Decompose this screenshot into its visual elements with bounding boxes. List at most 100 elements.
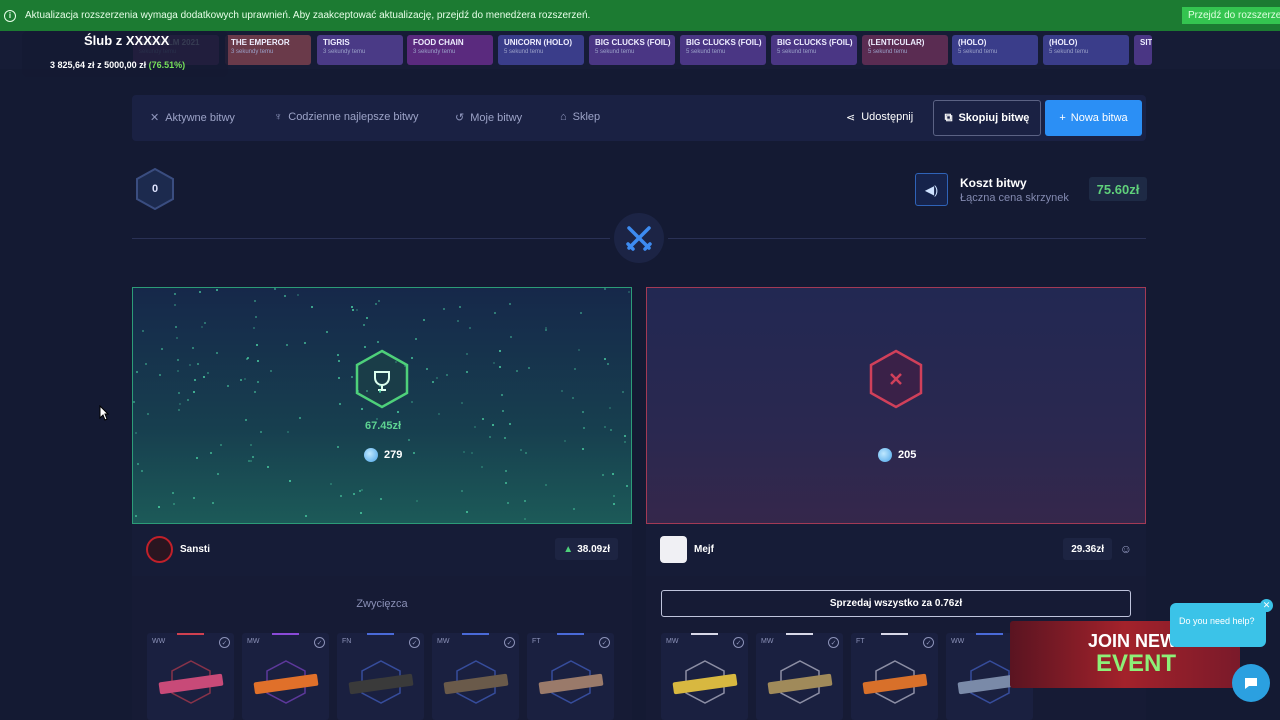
ticker-item[interactable]: BIG CLUCKS (FOIL) 5 sekund temu <box>771 35 857 65</box>
star-particle <box>249 443 252 446</box>
sound-toggle-button[interactable]: ◀) <box>915 173 948 206</box>
rarity-bar <box>367 633 394 635</box>
star-particle <box>209 452 212 455</box>
star-particle <box>147 412 150 415</box>
battle-swords-icon <box>614 213 664 263</box>
new-battle-button[interactable]: + Nowa bitwa <box>1045 100 1142 136</box>
star-particle <box>524 452 527 455</box>
ticker-item[interactable]: (LENTICULAR) 5 sekund temu <box>862 35 948 65</box>
star-particle <box>482 417 485 420</box>
wear-label: MW <box>761 638 774 645</box>
star-particle <box>217 472 220 475</box>
nav-my-battles[interactable]: ↺ Moje bitwy <box>455 111 522 125</box>
check-icon[interactable]: ✓ <box>733 637 744 648</box>
star-particle <box>176 358 179 361</box>
nav-active-battles[interactable]: ✕ Aktywne bitwy <box>150 111 235 125</box>
star-particle <box>545 483 548 486</box>
star-particle <box>192 391 195 394</box>
ticker-item[interactable]: UNICORN (HOLO) 5 sekund temu <box>498 35 584 65</box>
avatar[interactable] <box>660 536 687 563</box>
sell-all-button[interactable]: Sprzedaj wszystko za 0.76zł <box>661 590 1131 617</box>
check-icon[interactable]: ✓ <box>314 637 325 648</box>
check-icon[interactable]: ✓ <box>409 637 420 648</box>
star-particle <box>415 337 418 340</box>
skin-card[interactable]: MW ✓ <box>242 633 329 720</box>
ticker-item[interactable]: FOOD CHAIN 3 sekundy temu <box>407 35 493 65</box>
star-particle <box>304 341 307 344</box>
ticker-item[interactable]: BIG CLUCKS (FOIL) 5 sekund temu <box>680 35 766 65</box>
history-icon: ↺ <box>455 112 465 124</box>
skin-card[interactable]: FT ✓ <box>527 633 614 720</box>
star-particle <box>161 347 164 350</box>
check-icon[interactable]: ✓ <box>219 637 230 648</box>
skin-card[interactable]: MW ✓ <box>756 633 843 720</box>
player-name[interactable]: Sansti <box>180 544 210 555</box>
star-particle <box>561 390 564 393</box>
skin-card[interactable]: WW ✓ <box>147 633 234 720</box>
star-particle <box>311 305 314 308</box>
check-icon[interactable]: ✓ <box>599 637 610 648</box>
star-particle <box>200 326 203 329</box>
star-particle <box>505 481 508 484</box>
star-particle <box>603 426 606 429</box>
copy-battle-button[interactable]: ⧉ Skopiuj bitwę <box>933 100 1041 136</box>
skin-card[interactable]: FN ✓ <box>337 633 424 720</box>
check-icon[interactable]: ✓ <box>923 637 934 648</box>
rarity-bar <box>462 633 489 635</box>
star-particle <box>133 401 136 404</box>
star-particle <box>480 465 483 468</box>
skin-card[interactable]: MW ✓ <box>661 633 748 720</box>
battle-cost-value: 75.60zł <box>1089 177 1147 201</box>
nav-shop[interactable]: ⌂ Sklep <box>560 111 600 123</box>
ticker-item[interactable]: (HOLO) 5 sekund temu <box>952 35 1038 65</box>
nav-daily-best-battles[interactable]: ♆ Codzienne najlepsze bitwy <box>274 111 419 123</box>
star-particle <box>336 353 339 356</box>
ticker-item-name: BIG CLUCKS (FOIL) <box>595 38 671 47</box>
skin-card[interactable]: FT ✓ <box>851 633 938 720</box>
star-particle <box>254 390 256 393</box>
check-icon[interactable]: ✓ <box>504 637 515 648</box>
ticker-item[interactable]: (HOLO) 5 sekund temu <box>1043 35 1129 65</box>
star-particle <box>572 507 575 510</box>
go-to-extensions-button[interactable]: Przejdź do rozszerzeń <box>1182 7 1280 24</box>
gem-icon <box>878 448 892 462</box>
star-particle <box>215 288 218 291</box>
ticker-item[interactable]: THE EMPEROR 3 sekundy temu <box>225 35 311 65</box>
star-particle <box>273 288 276 290</box>
wear-label: WW <box>951 638 965 645</box>
share-button[interactable]: ⋖ Udostępnij <box>846 111 913 124</box>
trophy-icon: ♆ <box>274 111 283 123</box>
skin-card[interactable]: MW ✓ <box>432 633 519 720</box>
star-particle <box>216 351 219 354</box>
star-particle <box>360 512 363 515</box>
star-particle <box>362 324 365 327</box>
help-bubble[interactable]: Do you need help? <box>1170 603 1266 647</box>
round-counter: 0 <box>151 183 159 195</box>
star-particle <box>624 435 626 438</box>
star-particle <box>500 393 503 396</box>
close-help-icon[interactable]: ✕ <box>1260 599 1273 612</box>
player-name[interactable]: Mejf <box>694 544 714 555</box>
ticker-item-name: BIG CLUCKS (FOIL) <box>777 38 853 47</box>
star-particle <box>351 375 353 378</box>
star-particle <box>259 430 262 433</box>
star-particle <box>269 369 272 372</box>
copy-icon: ⧉ <box>944 111 953 124</box>
chat-button[interactable] <box>1232 664 1270 702</box>
star-particle <box>583 427 586 429</box>
check-icon[interactable]: ✓ <box>828 637 839 648</box>
up-arrow-icon: ▲ <box>563 543 574 555</box>
star-particle <box>204 322 207 325</box>
star-particle <box>523 500 526 503</box>
wear-label: FN <box>342 638 352 645</box>
ticker-item[interactable]: BIG CLUCKS (FOIL) 5 sekund temu <box>589 35 675 65</box>
chat-icon <box>1245 678 1257 689</box>
ticker-item[interactable]: SIT <box>1134 35 1152 65</box>
avatar[interactable] <box>146 536 173 563</box>
wear-label: MW <box>666 638 679 645</box>
emoji-icon[interactable]: ☺ <box>1120 542 1132 556</box>
ticker-item[interactable]: TIGRIS 3 sekundy temu <box>317 35 403 65</box>
ticker-item-name: BIG CLUCKS (FOIL) <box>686 38 762 47</box>
star-particle <box>157 505 160 508</box>
ticker-item-name: (HOLO) <box>958 38 987 47</box>
